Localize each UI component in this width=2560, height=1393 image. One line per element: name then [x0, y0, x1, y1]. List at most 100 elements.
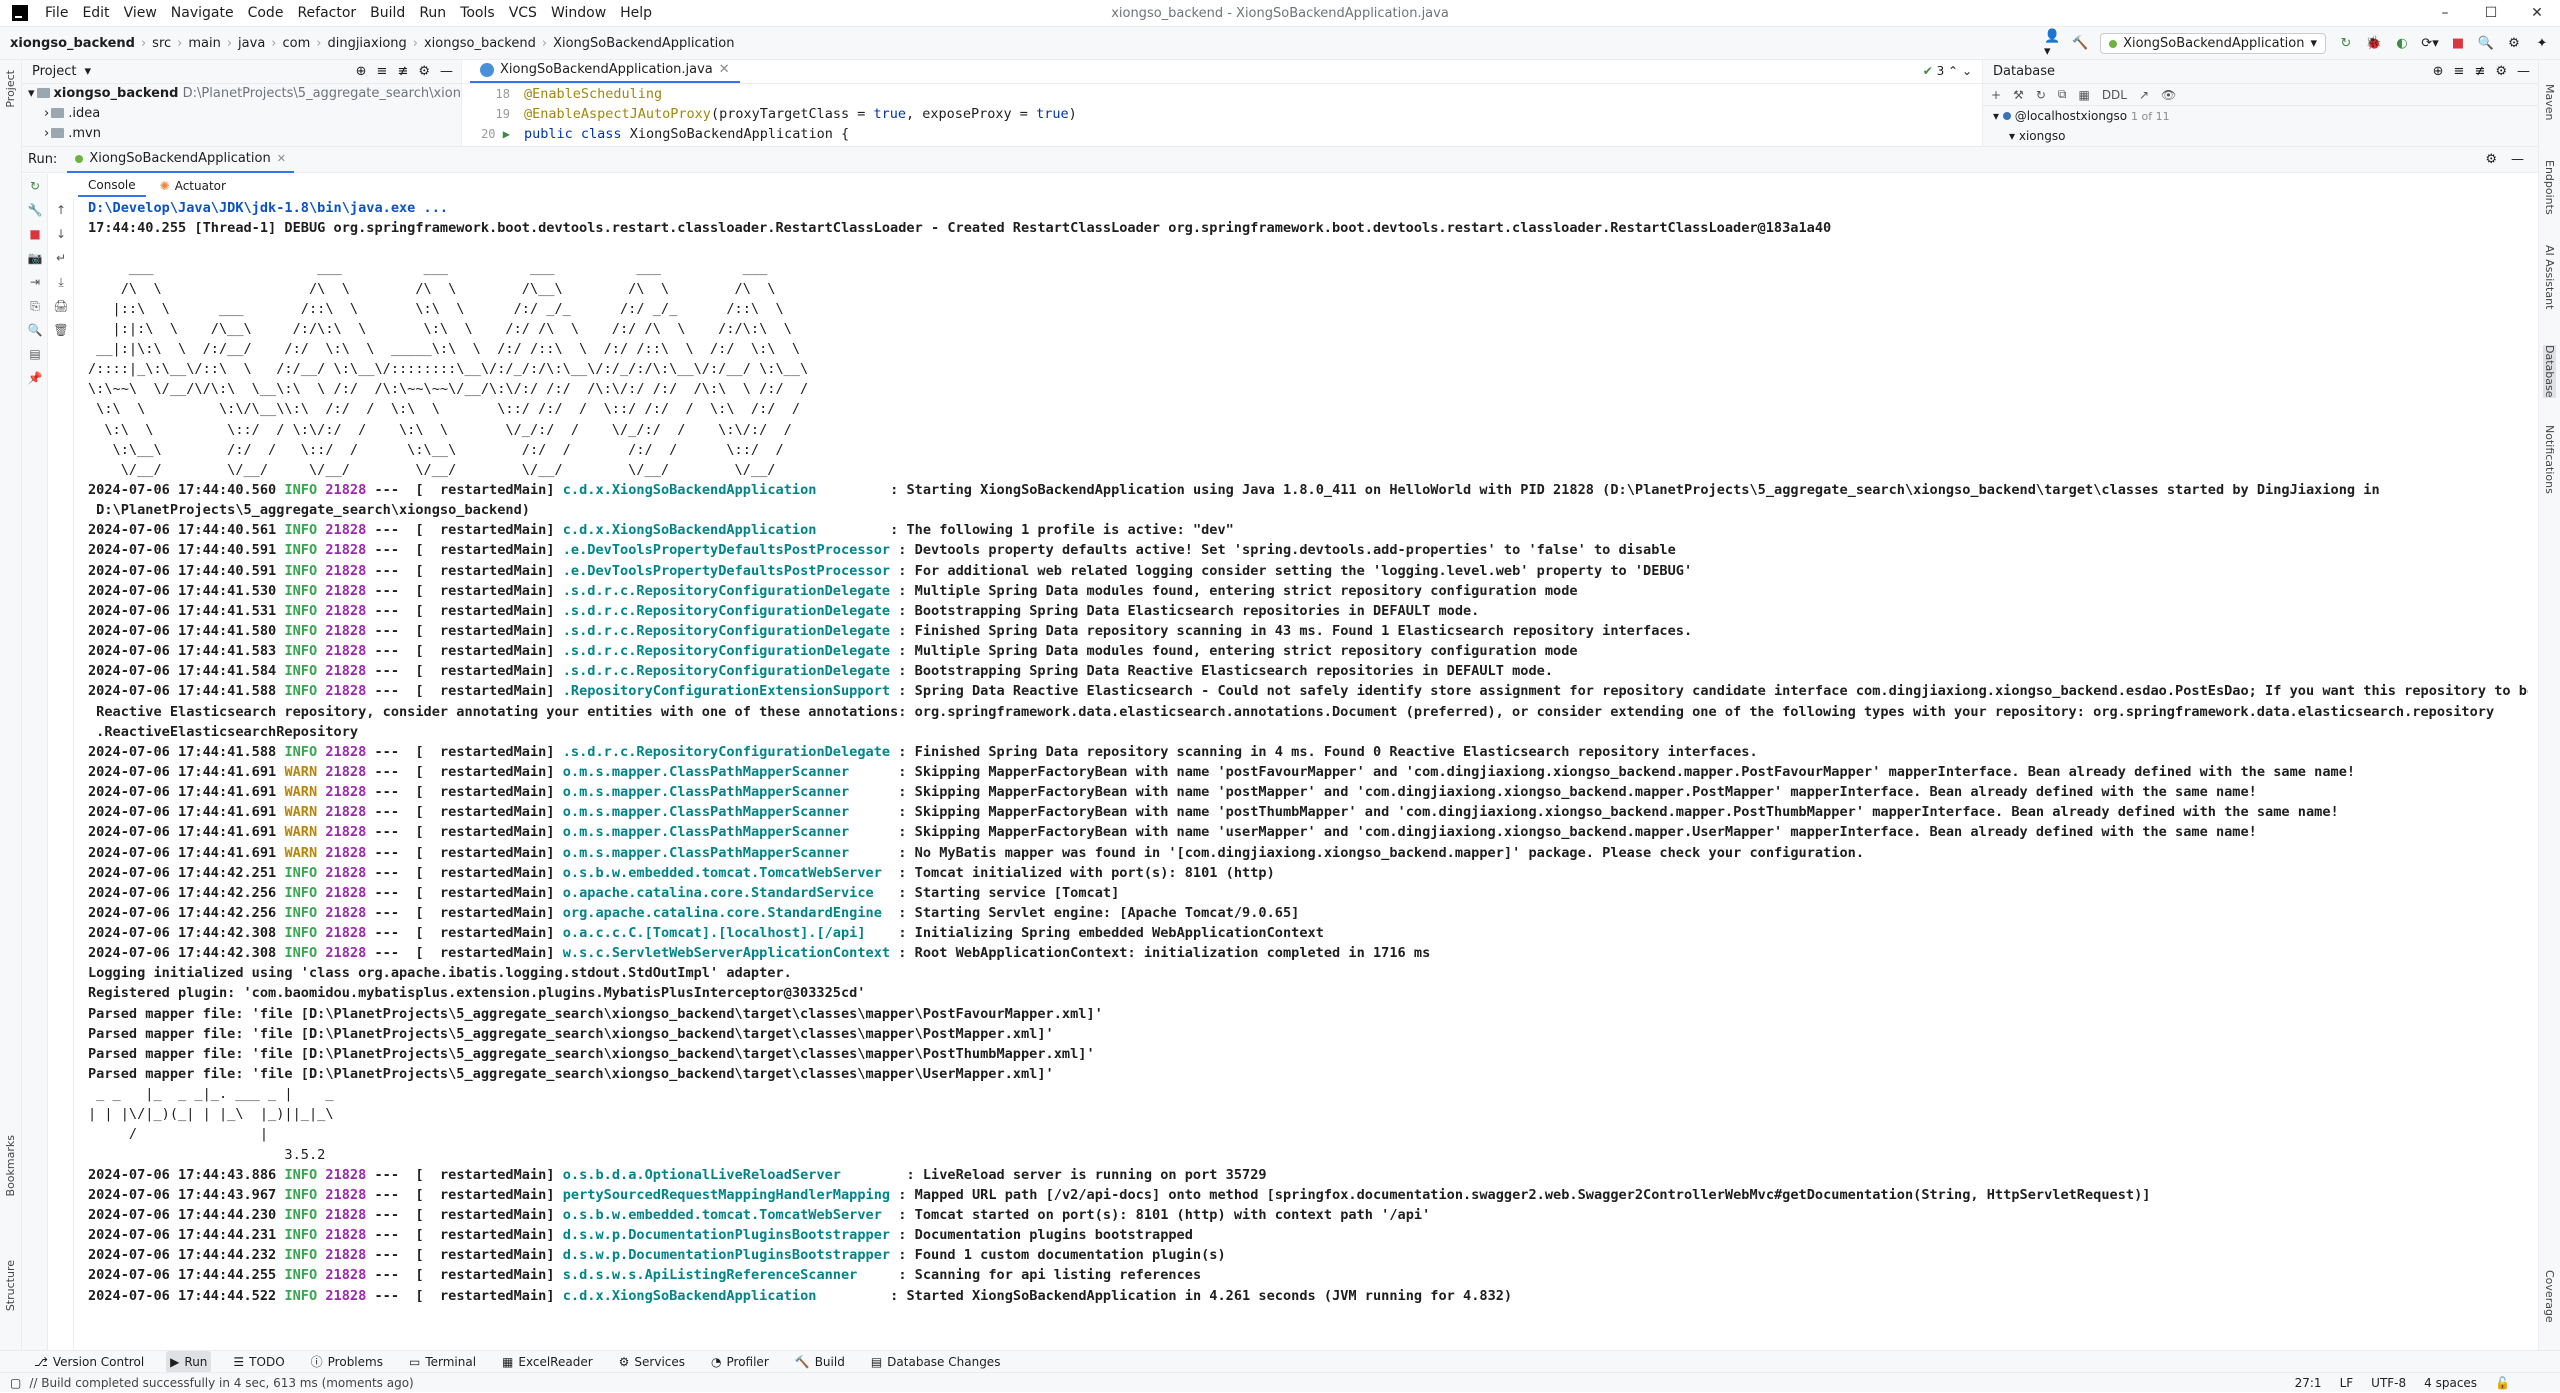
locate-icon[interactable]: ⊕ [356, 64, 367, 79]
menu-item-code[interactable]: Code [241, 0, 291, 27]
menu-item-refactor[interactable]: Refactor [290, 0, 363, 27]
stop-icon[interactable]: ■ [22, 222, 48, 246]
project-panel-title[interactable]: Project [32, 64, 76, 79]
bottom-tool-database-changes[interactable]: ▤ Database Changes [867, 1351, 1005, 1373]
jump-icon[interactable]: ↗ [2139, 88, 2149, 102]
bottom-tool-terminal[interactable]: ▭ Terminal [405, 1351, 480, 1373]
menu-item-vcs[interactable]: VCS [502, 0, 544, 27]
project-tool-button[interactable]: Project [4, 70, 17, 108]
chevron-down-icon[interactable]: ⌄ [1962, 64, 1972, 78]
breadcrumb-item[interactable]: src [152, 27, 171, 60]
tab-console[interactable]: Console [78, 175, 146, 197]
layout-icon[interactable]: ▤ [22, 342, 48, 366]
console-output[interactable]: D:\Develop\Java\JDK\jdk-1.8\bin\java.exe… [88, 198, 2528, 1306]
search-icon[interactable]: 🔍 [22, 318, 48, 342]
breadcrumb-item[interactable]: xiongso_backend [424, 27, 536, 60]
status-icon[interactable]: ▢ [10, 1376, 21, 1390]
menu-item-build[interactable]: Build [363, 0, 412, 27]
hide-icon[interactable]: — [2517, 64, 2530, 79]
status-message[interactable]: // Build completed successfully in 4 sec… [29, 1376, 413, 1390]
settings-gear-icon[interactable]: ⚙ [2485, 152, 2497, 167]
profiler-icon[interactable]: ⟳▾ [2421, 36, 2438, 52]
menu-item-help[interactable]: Help [613, 0, 659, 27]
maven-tool-button[interactable]: Maven [2543, 84, 2556, 120]
breadcrumb-item[interactable]: xiongso_backend [10, 27, 135, 60]
menu-item-window[interactable]: Window [544, 0, 613, 27]
file-encoding[interactable]: UTF-8 [2371, 1376, 2406, 1390]
expand-all-icon[interactable]: ≡ [377, 64, 388, 79]
ddl-button[interactable]: DDL [2102, 88, 2127, 102]
debug-icon[interactable]: 🐞 [2366, 36, 2382, 52]
settings-gear-icon[interactable]: ⚙ [418, 64, 430, 79]
scroll-to-end-icon[interactable]: ⤓ [48, 270, 74, 294]
minimize-icon[interactable]: – [2422, 0, 2468, 27]
eye-icon[interactable]: 👁 [2161, 88, 2176, 102]
ai-assistant-tool-button[interactable]: AI Assistant [2543, 245, 2556, 309]
menu-item-view[interactable]: View [117, 0, 164, 27]
pin-icon[interactable]: 📌 [22, 366, 48, 390]
breadcrumb-item[interactable]: java [238, 27, 265, 60]
bottom-tool-excelreader[interactable]: ▦ ExcelReader [498, 1351, 597, 1373]
user-icon[interactable]: 👤▾ [2044, 29, 2060, 59]
camera-icon[interactable]: 📷 [22, 246, 48, 270]
tree-item[interactable]: › .mvn [22, 124, 461, 144]
run-tab[interactable]: XiongSoBackendApplication ✕ [67, 147, 294, 173]
refresh-icon[interactable]: ↻ [2036, 88, 2046, 102]
table-icon[interactable]: ▦ [2078, 88, 2089, 102]
editor-tab[interactable]: XiongSoBackendApplication.java ✕ [470, 59, 740, 83]
collapse-all-icon[interactable]: ≢ [397, 64, 408, 79]
settings-gear-icon[interactable]: ⚙ [2506, 36, 2522, 52]
database-tool-button[interactable]: Database [2543, 345, 2556, 398]
restore-layout-icon[interactable]: ⎘ [22, 294, 48, 318]
rerun-icon[interactable]: ↻ [2338, 36, 2354, 52]
settings-gear-icon[interactable]: ⚙ [2495, 64, 2507, 79]
print-icon[interactable]: 🖨 [48, 294, 74, 318]
locate-icon[interactable]: ⊕ [2433, 64, 2444, 79]
project-root-row[interactable]: ▾ xiongso_backend D:\PlanetProjects\5_agg… [22, 84, 461, 104]
expand-all-icon[interactable]: ≡ [2454, 64, 2465, 79]
bottom-tool-todo[interactable]: ☰ TODO [229, 1351, 288, 1373]
line-separator[interactable]: LF [2340, 1376, 2354, 1390]
endpoints-tool-button[interactable]: Endpoints [2543, 160, 2556, 215]
menu-item-navigate[interactable]: Navigate [164, 0, 241, 27]
bottom-tool-profiler[interactable]: ◔ Profiler [707, 1351, 773, 1373]
hide-icon[interactable]: — [2511, 152, 2524, 167]
lock-icon[interactable]: 🔓 [2495, 1376, 2510, 1390]
maximize-icon[interactable]: ☐ [2468, 0, 2514, 27]
arrow-down-icon[interactable]: ↓ [48, 222, 74, 246]
build-hammer-icon[interactable]: 🔨 [2072, 36, 2088, 52]
properties-icon[interactable]: ⚒ [2013, 88, 2024, 102]
soft-wrap-icon[interactable]: ↵ [48, 246, 74, 270]
rerun-icon[interactable]: ↻ [22, 174, 48, 198]
breadcrumb-item[interactable]: XiongSoBackendApplication [553, 27, 734, 60]
collapse-all-icon[interactable]: ≢ [2474, 64, 2485, 79]
structure-tool-button[interactable]: Structure [4, 1260, 17, 1311]
exit-icon[interactable]: ⇥ [22, 270, 48, 294]
db-schema-row[interactable]: ▾ xiongso [1983, 126, 2538, 144]
menu-item-tools[interactable]: Tools [453, 0, 502, 27]
jetbrains-ai-icon[interactable]: ✦ [2534, 36, 2550, 52]
close-tab-icon[interactable]: ✕ [277, 146, 286, 172]
menu-item-file[interactable]: File [38, 0, 75, 27]
bookmarks-tool-button[interactable]: Bookmarks [4, 1135, 17, 1196]
bottom-tool-version-control[interactable]: ⎇ Version Control [30, 1351, 148, 1373]
breadcrumb-item[interactable]: dingjiaxiong [327, 27, 406, 60]
add-icon[interactable]: + [1991, 88, 2001, 102]
breadcrumb-item[interactable]: main [188, 27, 220, 60]
chevron-down-icon[interactable]: ▾ [84, 64, 91, 79]
db-connection-row[interactable]: ▾ @localhostxiongso 1 of 11 [1983, 106, 2538, 126]
coverage-icon[interactable]: ◐ [2394, 36, 2410, 52]
tab-actuator[interactable]: ✺ Actuator [150, 175, 236, 197]
tree-item[interactable]: › .idea [22, 104, 461, 124]
wrench-icon[interactable]: 🔧 [22, 198, 48, 222]
breadcrumb-item[interactable]: com [283, 27, 311, 60]
coverage-tool-button[interactable]: Coverage [2543, 1270, 2556, 1323]
schema-icon[interactable]: ⧉ [2058, 87, 2067, 102]
bottom-tool-build[interactable]: 🔨 Build [791, 1351, 849, 1373]
bottom-tool-problems[interactable]: ⓘ Problems [307, 1351, 387, 1373]
bottom-tool-services[interactable]: ⚙ Services [615, 1351, 689, 1373]
editor-code[interactable]: @EnableScheduling @EnableAspectJAutoProx… [524, 84, 1077, 144]
bottom-tool-run[interactable]: ▶ Run [166, 1350, 212, 1373]
menu-item-run[interactable]: Run [412, 0, 453, 27]
close-icon[interactable]: ✕ [2514, 0, 2560, 27]
